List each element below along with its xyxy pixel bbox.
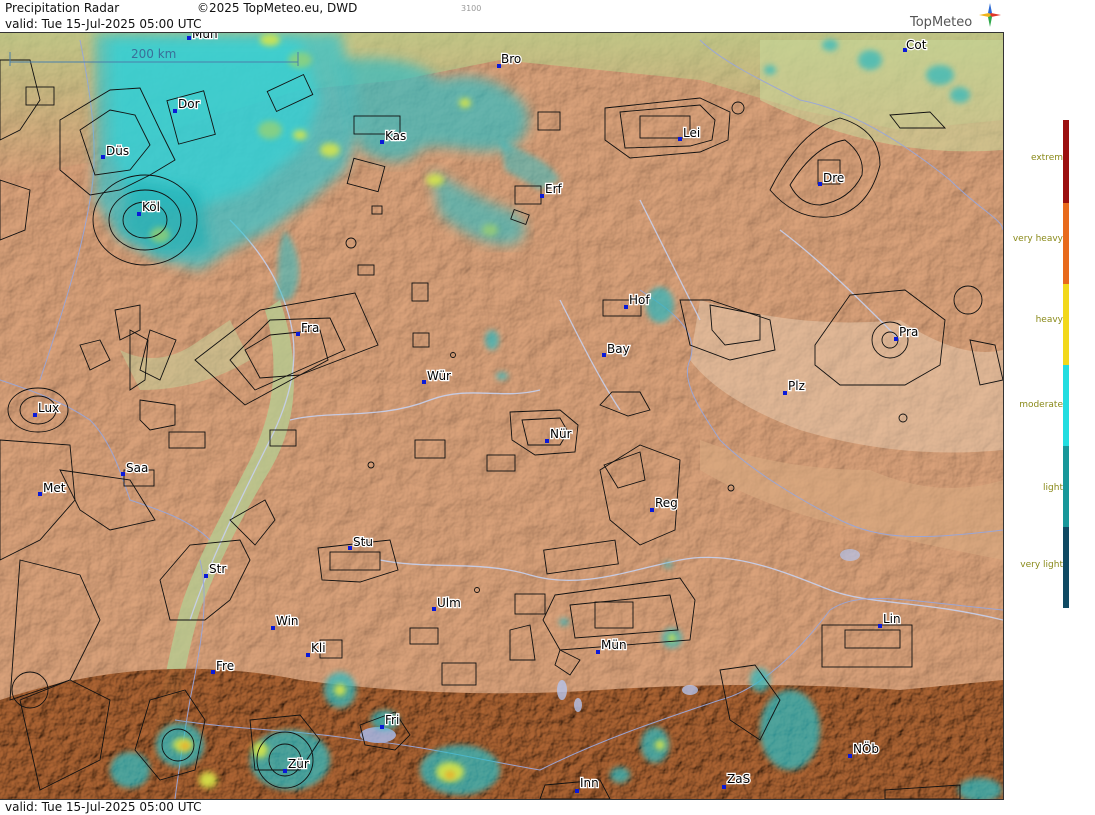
city-label[interactable]: Lin [882,611,902,628]
city-label[interactable]: Mün [600,637,628,654]
city-label[interactable]: Plz [787,378,806,395]
city-label[interactable]: Wür [426,368,453,385]
city-label[interactable]: Inn [579,775,600,792]
city-label[interactable]: Fre [215,658,236,675]
scale-label: 200 km [131,47,176,61]
legend-bar-extrem [1063,120,1069,203]
copyright-text: ©2025 TopMeteo.eu, DWD [197,1,358,15]
city-label[interactable]: ZaS [726,771,752,788]
city-label[interactable]: Zür [287,756,310,773]
precipitation-legend: extrem very heavy heavy moderate light v… [1005,0,1095,814]
city-label[interactable]: Saa [125,460,150,477]
legend-label: extrem [1030,153,1063,163]
radar-map-svg: 200 km Mün Bro Cot Dor Kas Lei Düs Dre E… [0,33,1003,799]
radar-map[interactable]: 200 km Mün Bro Cot Dor Kas Lei Düs Dre E… [0,33,1004,799]
city-label[interactable]: Erf [544,181,564,198]
topmeteo-logo-text: TopMeteo [910,15,973,30]
city-label[interactable]: Dor [177,96,201,113]
city-label[interactable]: Ulm [436,595,462,612]
city-label[interactable]: Met [42,480,67,497]
legend-label: moderate [1019,400,1063,410]
city-label[interactable]: Lei [682,125,702,142]
city-label[interactable]: Hof [628,292,652,309]
city-label[interactable]: Lux [37,400,61,417]
map-title: Precipitation Radar [5,1,120,15]
city-label[interactable]: Bro [500,51,523,68]
city-label[interactable]: Düs [105,143,131,160]
legend-bar-very-heavy [1063,203,1069,284]
city-label[interactable]: Reg [654,495,679,512]
city-label[interactable]: Dre [822,170,846,187]
legend-label: heavy [1035,315,1063,325]
city-label[interactable]: Stu [352,534,374,551]
city-label[interactable]: Mün [191,33,219,42]
legend-label: very light [1020,560,1063,570]
city-label[interactable]: Nür [549,426,573,443]
legend-label: light [1043,483,1063,493]
valid-time: valid: Tue 15-Jul-2025 05:00 UTC [5,17,202,31]
city-label[interactable]: Pra [898,324,920,341]
compass-logo-icon [979,3,1001,27]
legend-bar-light [1063,446,1069,527]
city-label[interactable]: Win [275,613,300,630]
city-label[interactable]: Bay [606,341,631,358]
city-label[interactable]: Cot [905,37,928,54]
map-code: 3100 [461,4,482,13]
city-label[interactable]: NÖb [852,739,881,758]
legend-bar-very-light [1063,527,1069,608]
city-label[interactable]: Kli [310,640,327,657]
footer-valid-time: valid: Tue 15-Jul-2025 05:00 UTC [5,800,202,814]
city-label[interactable]: Fra [300,320,321,337]
map-header: Precipitation Radar ©2025 TopMeteo.eu, D… [0,0,1004,33]
legend-bar-moderate [1063,365,1069,446]
legend-bar-heavy [1063,284,1069,365]
city-label[interactable]: Fri [384,712,401,729]
legend-label: very heavy [1012,234,1063,244]
map-footer: valid: Tue 15-Jul-2025 05:00 UTC [0,799,1004,815]
city-label[interactable]: Köl [141,199,161,216]
city-label[interactable]: Kas [384,128,408,145]
city-label[interactable]: Str [208,561,228,578]
